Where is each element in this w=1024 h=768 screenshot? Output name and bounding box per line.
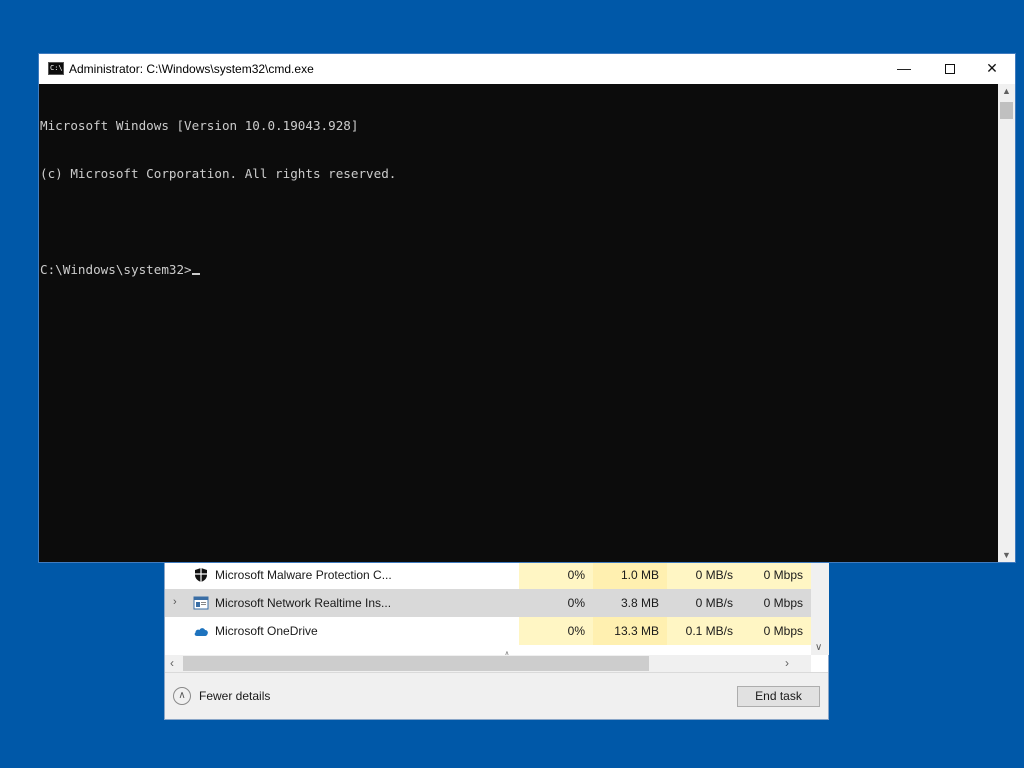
memory-cell: 3.8 MB [593, 589, 667, 617]
table-row[interactable]: Microsoft Malware Protection C... 0% 1.0… [165, 561, 811, 589]
vertical-scrollbar[interactable]: ∨ [811, 561, 829, 655]
console-line: (c) Microsoft Corporation. All rights re… [40, 166, 397, 181]
network-cell: 0 Mbps [741, 589, 811, 617]
memory-cell: 13.3 MB [593, 617, 667, 645]
scroll-up-icon[interactable]: ▲ [1002, 86, 1011, 96]
shield-icon [195, 568, 207, 582]
scrollbar-thumb[interactable] [1000, 102, 1013, 119]
task-manager-window: Microsoft Malware Protection C... 0% 1.0… [164, 548, 829, 720]
disk-cell: 0 MB/s [667, 589, 741, 617]
prompt-line: C:\Windows\system32> [40, 262, 998, 278]
network-cell: 0 Mbps [741, 561, 811, 589]
scroll-down-icon[interactable]: ∨ [815, 642, 822, 653]
process-name: Microsoft OneDrive [215, 624, 318, 638]
prompt-text: C:\Windows\system32> [40, 262, 192, 277]
scroll-left-icon[interactable]: ‹ [170, 656, 174, 670]
cmd-icon: C:\ [48, 62, 64, 75]
console-line: Microsoft Windows [Version 10.0.19043.92… [40, 118, 359, 133]
disk-cell: 0 MB/s [667, 561, 741, 589]
scrollbar-thumb[interactable] [183, 656, 649, 671]
window-title: Administrator: C:\Windows\system32\cmd.e… [69, 62, 314, 76]
fewer-details-label: Fewer details [199, 689, 271, 703]
cpu-cell: 0% [519, 589, 593, 617]
title-bar[interactable]: C:\ Administrator: C:\Windows\system32\c… [39, 54, 1015, 84]
end-task-button[interactable]: End task [737, 686, 820, 707]
console-output[interactable]: Microsoft Windows [Version 10.0.19043.92… [39, 84, 998, 562]
close-button[interactable]: ✕ [969, 54, 1015, 84]
onedrive-cloud-icon [194, 628, 208, 636]
app-window-icon [193, 596, 209, 610]
horizontal-scrollbar[interactable]: ‹ › [165, 655, 811, 672]
maximize-button[interactable] [927, 54, 973, 84]
chevron-right-icon[interactable]: › [173, 596, 177, 608]
maximize-icon [945, 64, 955, 75]
process-list: Microsoft Malware Protection C... 0% 1.0… [165, 561, 811, 655]
chevron-up-circle-icon: ∧ [173, 687, 191, 705]
cmd-window: C:\ Administrator: C:\Windows\system32\c… [38, 53, 1016, 563]
memory-cell: 1.0 MB [593, 561, 667, 589]
process-name: Microsoft Malware Protection C... [215, 568, 392, 582]
minimize-button[interactable]: — [881, 54, 927, 84]
minimize-icon: — [897, 60, 911, 76]
cpu-cell: 0% [519, 617, 593, 645]
process-name: Microsoft Network Realtime Ins... [215, 596, 392, 610]
scroll-right-icon[interactable]: › [785, 656, 789, 670]
disk-cell: 0.1 MB/s [667, 617, 741, 645]
table-row[interactable]: Microsoft OneDrive 0% 13.3 MB 0.1 MB/s 0… [165, 617, 811, 645]
cpu-cell: 0% [519, 561, 593, 589]
table-row[interactable]: › Microsoft Network Realtime Ins... 0% 3… [165, 589, 811, 617]
text-cursor [191, 273, 200, 275]
task-manager-footer: ∧ Fewer details End task [165, 672, 828, 719]
close-icon: ✕ [986, 60, 998, 76]
network-cell: 0 Mbps [741, 617, 811, 645]
scroll-down-icon[interactable]: ▼ [1002, 550, 1011, 560]
vertical-scrollbar[interactable]: ▲ ▼ [998, 84, 1015, 562]
